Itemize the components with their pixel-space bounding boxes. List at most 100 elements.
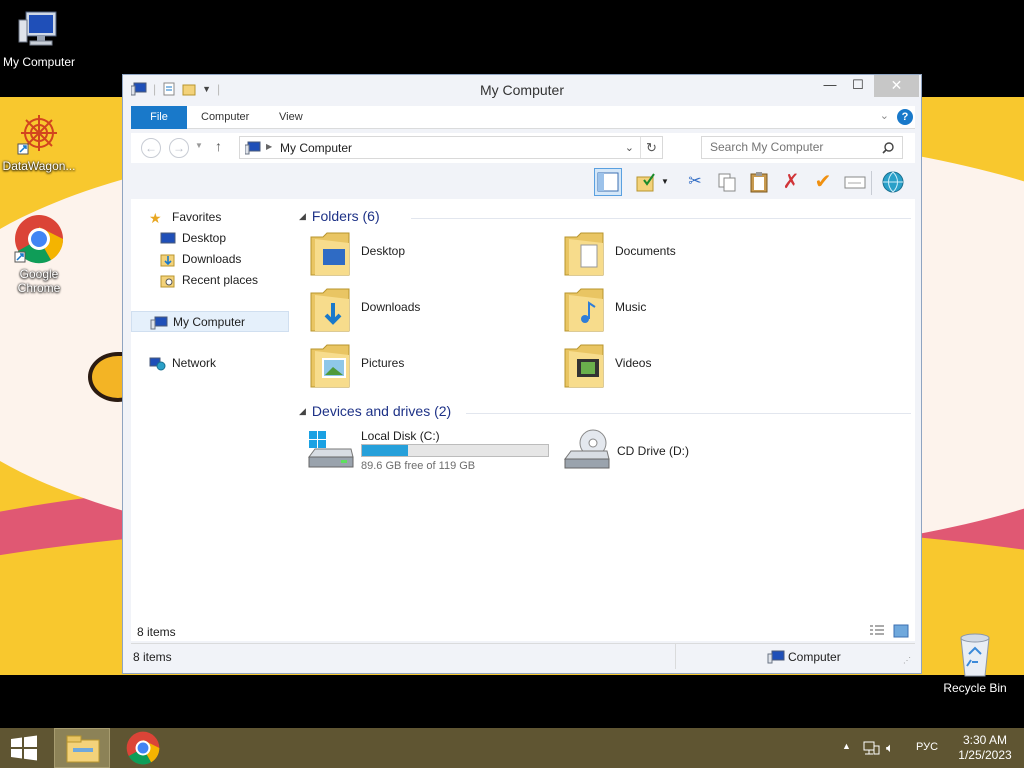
system-tray: ▲ 🔈︎ РУС 3:30 AM 1/25/2023	[838, 728, 1024, 768]
drive-free-text: 89.6 GB free of 119 GB	[361, 460, 476, 472]
volume-icon[interactable]: 🔈︎	[886, 740, 894, 756]
folder-name: Documents	[615, 244, 676, 258]
chevron-down-icon[interactable]: ⌄	[625, 141, 634, 154]
details-bar: 8 items Computer ⋰	[131, 643, 915, 669]
breadcrumb-chevron-icon[interactable]: ▶	[266, 142, 272, 151]
command-toolbar: ▼ ✂ ✗ ✔	[131, 165, 915, 199]
taskbar-google-chrome[interactable]	[118, 728, 168, 768]
rename-button[interactable]: ✔	[809, 168, 837, 196]
computer-icon	[245, 141, 261, 155]
desktop-icon-recycle-bin[interactable]: Recycle Bin	[936, 632, 1014, 695]
folder-name: Desktop	[361, 244, 406, 258]
group-header-drives[interactable]: ◢ Devices and drives (2)	[299, 403, 451, 423]
large-icons-view-icon[interactable]	[893, 624, 909, 638]
refresh-icon[interactable]: ↻	[640, 137, 662, 158]
nav-downloads[interactable]: Downloads	[131, 249, 289, 270]
desktop-icon-google-chrome[interactable]: Google Chrome	[0, 214, 78, 295]
globe-icon	[882, 171, 904, 193]
show-hidden-icons-icon[interactable]: ▲	[842, 741, 851, 751]
folder-tile-music[interactable]: Music	[563, 281, 803, 333]
ui-control-button[interactable]	[841, 168, 869, 196]
desktop-icon-my-computer[interactable]: My Computer	[0, 8, 78, 69]
tab-view[interactable]: View	[265, 106, 317, 129]
nav-label: Recent places	[182, 273, 259, 287]
delete-x-icon: ✗	[782, 171, 800, 193]
maximize-button[interactable]: ☐	[845, 75, 871, 97]
star-icon: ★	[149, 210, 162, 226]
chrome-icon	[126, 731, 160, 765]
details-items: 8 items	[133, 650, 172, 664]
folder-name: Pictures	[361, 356, 405, 370]
nav-desktop[interactable]: Desktop	[131, 228, 289, 249]
language-indicator[interactable]: РУС	[916, 741, 938, 753]
tab-file[interactable]: File	[131, 106, 187, 129]
search-box[interactable]	[701, 136, 903, 159]
folder-tile-pictures[interactable]: Pictures	[309, 337, 549, 389]
nav-label: Desktop	[182, 231, 227, 245]
desktop-icon-label: Google Chrome	[17, 267, 61, 295]
desktop-icon	[160, 232, 176, 244]
drive-tile-local-disk[interactable]: Local Disk (C:) 89.6 GB free of 119 GB	[307, 425, 557, 475]
nav-network[interactable]: Network	[131, 353, 289, 374]
datawagon-icon	[17, 115, 57, 155]
chevron-down-icon[interactable]: ▼	[658, 168, 672, 196]
recycle-bin-icon	[960, 633, 990, 677]
textbox-icon	[844, 176, 866, 189]
globe-button[interactable]	[879, 168, 907, 196]
cut-button[interactable]: ✂	[681, 168, 709, 196]
desktop-folder-icon	[310, 232, 350, 276]
minimize-button[interactable]: —	[817, 75, 843, 97]
folder-tile-downloads[interactable]: Downloads	[309, 281, 549, 333]
nav-label: Downloads	[182, 252, 242, 266]
folder-name: Videos	[615, 356, 652, 370]
collapse-triangle-icon[interactable]: ◢	[299, 406, 306, 416]
nav-label: My Computer	[173, 315, 246, 329]
close-button[interactable]: ✕	[874, 75, 919, 97]
folder-tile-desktop[interactable]: Desktop	[309, 225, 549, 277]
music-folder-icon	[564, 288, 604, 332]
search-icon[interactable]	[882, 142, 894, 154]
wallpaper-black-strip	[0, 675, 1024, 728]
nav-label: Favorites	[172, 210, 222, 224]
resize-grip-icon[interactable]: ⋰	[903, 656, 911, 665]
start-button[interactable]	[6, 728, 42, 768]
recent-locations-chevron-icon[interactable]: ▼	[195, 141, 203, 150]
nav-favorites[interactable]: ★ Favorites	[131, 207, 289, 228]
search-input[interactable]	[710, 137, 880, 157]
computer-icon	[767, 650, 785, 664]
ribbon-tabs: File Computer View ⌄ ?	[131, 106, 915, 129]
checkmark-icon: ✔	[814, 171, 832, 193]
chevron-down-icon[interactable]: ⌄	[880, 109, 889, 122]
desktop-icon-datawagon[interactable]: DataWagon...	[0, 112, 78, 173]
back-button[interactable]: ←	[141, 138, 161, 158]
tab-computer[interactable]: Computer	[187, 106, 263, 129]
title-bar[interactable]: | ▼ | My Computer — ☐ ✕	[123, 75, 921, 103]
paste-button[interactable]	[745, 168, 773, 196]
clock[interactable]: 3:30 AM 1/25/2023	[950, 733, 1020, 763]
nav-recent-places[interactable]: Recent places	[131, 270, 289, 291]
taskbar-file-explorer[interactable]	[54, 728, 110, 768]
up-button[interactable]: ↑	[215, 138, 222, 154]
address-bar[interactable]: ▶ My Computer ⌄ ↻	[239, 136, 663, 159]
breadcrumb[interactable]: My Computer	[280, 141, 352, 155]
details-view-icon[interactable]	[869, 624, 885, 638]
forward-button[interactable]: →	[169, 138, 189, 158]
network-status-icon[interactable]	[862, 740, 880, 756]
windows-logo-icon	[11, 735, 37, 761]
drive-usage-fill	[362, 445, 408, 456]
nav-my-computer[interactable]: My Computer	[131, 311, 289, 332]
network-icon	[149, 357, 166, 371]
local-disk-icon	[308, 431, 354, 468]
folder-tile-documents[interactable]: Documents	[563, 225, 803, 277]
collapse-triangle-icon[interactable]: ◢	[299, 211, 306, 221]
items-count: 8 items	[137, 625, 176, 639]
copy-button[interactable]	[713, 168, 741, 196]
help-icon[interactable]: ?	[897, 109, 913, 125]
computer-icon	[150, 316, 168, 330]
preview-pane-button[interactable]	[594, 168, 622, 196]
folder-tile-videos[interactable]: Videos	[563, 337, 803, 389]
delete-button[interactable]: ✗	[777, 168, 805, 196]
file-explorer-icon	[66, 735, 100, 763]
drive-tile-cd-drive[interactable]: CD Drive (D:)	[563, 425, 803, 475]
properties-button[interactable]	[632, 168, 660, 196]
